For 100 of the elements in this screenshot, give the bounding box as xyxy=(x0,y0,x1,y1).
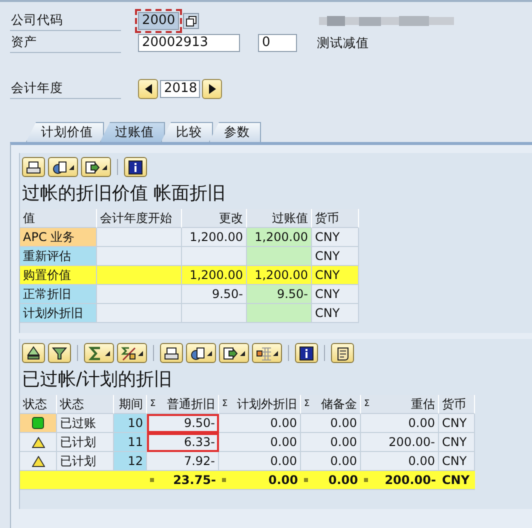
layout-icon xyxy=(52,160,67,174)
toolbar-button[interactable] xyxy=(124,157,147,177)
next-button[interactable] xyxy=(202,79,222,99)
table-cell: 0.00 xyxy=(361,414,439,433)
dropdown-button[interactable] xyxy=(117,343,147,363)
field-label: 资产 xyxy=(10,34,121,52)
dropdown-button[interactable] xyxy=(186,343,216,363)
table-cell: CNY xyxy=(439,452,475,471)
asset-description: 测试减值 xyxy=(317,34,369,52)
sum-symbol: Σ xyxy=(364,398,370,411)
total-value: 0.00 xyxy=(328,472,358,489)
table-cell: CNY xyxy=(312,304,359,323)
toolbar-button[interactable] xyxy=(22,157,45,177)
table-cell: 9.50- xyxy=(182,285,247,304)
dropdown-button[interactable] xyxy=(81,157,111,177)
table-cell: 1,200.00 xyxy=(182,228,247,247)
total-marker-icon xyxy=(304,478,308,482)
table-cell: CNY xyxy=(312,266,359,285)
tab[interactable]: 过账值 xyxy=(100,122,165,142)
table-cell: 10 xyxy=(114,414,147,433)
caret-icon xyxy=(240,350,245,356)
input-field[interactable]: 2000 xyxy=(138,12,180,30)
table-title: 已过帐/计划的折旧 xyxy=(21,368,174,392)
total-value: CNY xyxy=(439,471,475,490)
previous-button[interactable] xyxy=(138,79,158,99)
table-cell: 6.33- xyxy=(147,433,219,452)
print-icon xyxy=(164,346,179,360)
caret-icon xyxy=(105,350,110,356)
table-cell: 0.00 xyxy=(301,452,361,471)
subtotal-icon xyxy=(121,346,136,360)
total-marker-icon xyxy=(150,478,154,482)
table-cell: 0.00 xyxy=(219,433,301,452)
table-cell: 0.00 xyxy=(219,452,301,471)
tab[interactable]: 比较 xyxy=(161,122,213,142)
table-cell: 计划外折旧 xyxy=(20,304,97,323)
table-cell: 11 xyxy=(114,433,147,452)
field-label: 会计年度 xyxy=(10,80,121,98)
toolbar-button[interactable] xyxy=(22,343,45,363)
column-header: 更改 xyxy=(182,209,247,228)
input-field[interactable]: 2018 xyxy=(160,80,200,98)
filter-icon xyxy=(52,346,67,360)
total-value: 200.00- xyxy=(384,472,436,489)
caret-icon xyxy=(69,164,74,170)
table-cell: CNY xyxy=(312,228,359,247)
table-cell: 购置价值 xyxy=(20,266,97,285)
column-header: 值 xyxy=(20,209,97,228)
caret-icon xyxy=(207,350,212,356)
scroll-icon xyxy=(335,346,350,360)
toolbar-button[interactable] xyxy=(48,343,71,363)
table-cell: 9.50- xyxy=(247,285,312,304)
table-cell xyxy=(247,304,312,323)
input-field[interactable]: 0 xyxy=(258,34,297,52)
column-label: 计划外折旧 xyxy=(237,396,297,413)
tab[interactable]: 计划价值 xyxy=(26,122,104,142)
caret-icon xyxy=(273,350,278,356)
table-cell: 0.00 xyxy=(361,452,439,471)
info-icon xyxy=(299,346,314,360)
caret-icon xyxy=(102,164,107,170)
toolbar-button[interactable] xyxy=(331,343,354,363)
layout-icon xyxy=(190,346,205,360)
table-cell: CNY xyxy=(312,285,359,304)
tab[interactable]: 参数 xyxy=(209,122,261,142)
table-cell: 0.00 xyxy=(219,414,301,433)
column-label: 重估 xyxy=(411,396,435,413)
dropdown-button[interactable] xyxy=(252,343,282,363)
total-value: 0.00 xyxy=(268,472,298,489)
dropdown-button[interactable] xyxy=(219,343,249,363)
column-header: 货币 xyxy=(312,209,359,228)
table-cell: 0.00 xyxy=(301,433,361,452)
table-cell: APC 业务 xyxy=(20,228,97,247)
table-cell: 已过账 xyxy=(57,414,114,433)
sort-icon xyxy=(26,346,41,360)
table-cell xyxy=(182,304,247,323)
table-cell: 1,200.00 xyxy=(247,228,312,247)
copy-icon xyxy=(186,16,197,26)
column-label: 储备金 xyxy=(321,396,357,413)
table-cell: 200.00- xyxy=(361,433,439,452)
caret-icon xyxy=(138,350,143,356)
grid-icon xyxy=(256,346,271,360)
left-arrow-icon xyxy=(144,84,152,94)
toolbar-button[interactable] xyxy=(295,343,318,363)
table-cell xyxy=(182,247,247,266)
copy-button[interactable] xyxy=(183,13,200,29)
input-field[interactable]: 20002913 xyxy=(138,34,240,52)
toolbar-button[interactable] xyxy=(160,343,183,363)
total-value: 23.75- xyxy=(173,472,216,489)
table-cell: 0.00 xyxy=(301,414,361,433)
table-cell: 重新评估 xyxy=(20,247,97,266)
column-header: 期间 xyxy=(114,395,147,414)
table-cell: 已计划 xyxy=(57,452,114,471)
field-label: 公司代码 xyxy=(10,12,121,30)
table-cell: 12 xyxy=(114,452,147,471)
dropdown-button[interactable] xyxy=(48,157,78,177)
total-marker-icon xyxy=(222,478,226,482)
table-title: 过帐的折旧价值 帐面折旧 xyxy=(21,182,227,206)
sum-symbol: Σ xyxy=(304,398,310,411)
table-cell xyxy=(247,247,312,266)
right-arrow-icon xyxy=(208,84,216,94)
table-cell: CNY xyxy=(439,433,475,452)
table-cell: CNY xyxy=(439,414,475,433)
